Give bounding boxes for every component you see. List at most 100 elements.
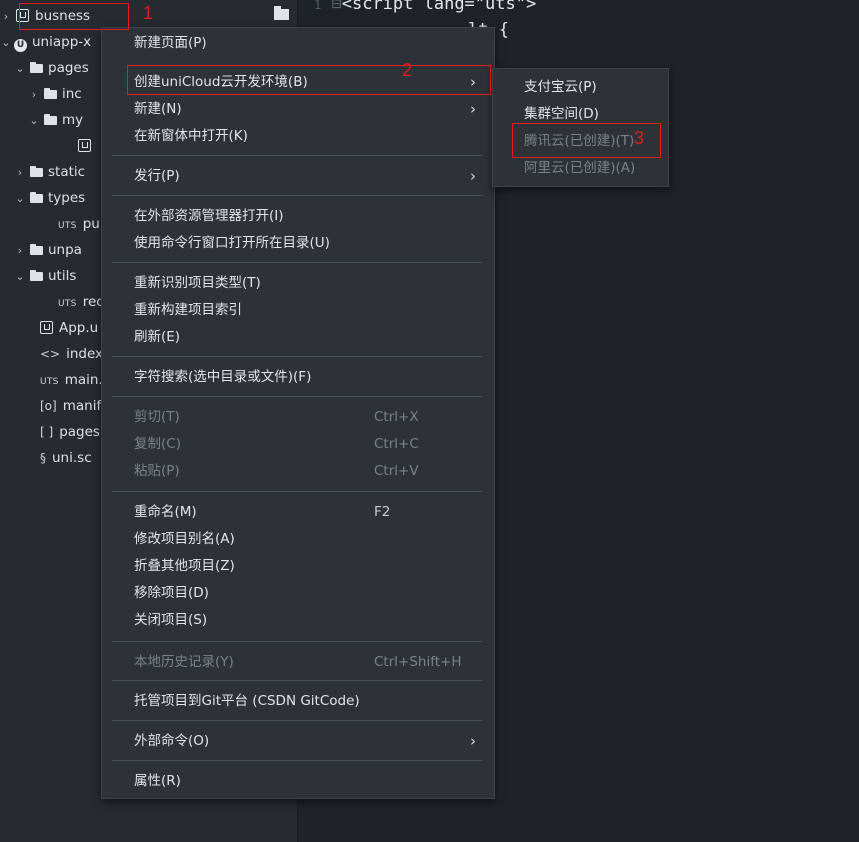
chevron-right-icon[interactable]: › [0, 4, 12, 30]
menu-item-local-history[interactable]: 本地历史记录(Y) Ctrl+Shift+H [102, 649, 494, 675]
menu-item-publish[interactable]: 发行(P) › [102, 163, 494, 189]
menu-item-reidentify-type[interactable]: 重新识别项目类型(T) [102, 270, 494, 296]
menu-item-open-explorer[interactable]: 在外部资源管理器打开(I) [102, 203, 494, 229]
menu-item-label: 属性(R) [134, 773, 181, 789]
chevron-right-icon[interactable]: › [14, 160, 26, 186]
uts-file-icon: UTS [58, 221, 77, 231]
tree-item-file[interactable] [74, 133, 97, 159]
annotation-number-3: 3 [634, 128, 645, 148]
tree-item-types[interactable]: ⌄ types [14, 185, 85, 211]
tree-item-index-folder[interactable]: › inc [28, 81, 82, 107]
tree-item-utils[interactable]: ⌄ utils [14, 263, 76, 289]
tree-item-uni-scss[interactable]: § uni.sc [36, 445, 92, 471]
folder-icon [44, 114, 57, 125]
tree-item-label: my [62, 112, 84, 128]
menu-item-label: 字符搜索(选中目录或文件)(F) [134, 369, 312, 385]
submenu-item-alipay-cloud[interactable]: 支付宝云(P) [524, 74, 597, 100]
tree-item-pages-json[interactable]: [ ] pages [36, 419, 100, 445]
manifest-icon: [o] [40, 399, 57, 413]
tree-item-label: pu [82, 216, 100, 232]
menu-divider [112, 396, 482, 397]
menu-item-label: 新建(N) [134, 101, 182, 117]
menu-divider [112, 356, 482, 357]
chevron-right-icon: › [470, 100, 476, 118]
tree-item-manifest[interactable]: [o] manif [36, 393, 101, 419]
tree-item-label: uniapp-x [32, 34, 92, 50]
folder-icon [30, 270, 43, 281]
menu-item-open-new-window[interactable]: 在新窗体中打开(K) [102, 123, 494, 149]
menu-divider [112, 195, 482, 196]
menu-item-shortcut: Ctrl+X [374, 409, 419, 425]
file-icon [78, 139, 91, 152]
menu-item-shortcut: Ctrl+C [374, 436, 419, 452]
menu-item-paste[interactable]: 粘贴(P) Ctrl+V [102, 458, 494, 484]
menu-item-refresh[interactable]: 刷新(E) [102, 324, 494, 350]
menu-item-label: 粘贴(P) [134, 463, 180, 479]
menu-divider [112, 155, 482, 156]
menu-item-collapse-others[interactable]: 折叠其他项目(Z) [102, 553, 494, 579]
tree-item-label: App.u [59, 320, 99, 336]
file-icon [40, 321, 53, 334]
menu-item-cut[interactable]: 剪切(T) Ctrl+X [102, 404, 494, 430]
tree-item-uts-file[interactable]: UTS pu [54, 211, 100, 237]
tree-item-app[interactable]: App.u [36, 315, 98, 341]
menu-item-shortcut: Ctrl+V [374, 463, 419, 479]
tree-item-label: manif [62, 398, 102, 414]
menu-item-alias[interactable]: 修改项目别名(A) [102, 526, 494, 552]
tree-item-my-folder[interactable]: ⌄ my [28, 107, 83, 133]
menu-item-properties[interactable]: 属性(R) [102, 768, 494, 794]
code-line-1: 1 ⊟<script lang="uts"> [314, 0, 536, 14]
chevron-down-icon[interactable]: ⌄ [14, 56, 26, 82]
fold-icon[interactable]: ⊟ [331, 0, 341, 14]
chevron-down-icon[interactable]: ⌄ [0, 30, 12, 56]
menu-item-label: 托管项目到Git平台 (CSDN GitCode) [134, 693, 360, 709]
tree-item-label: pages [59, 424, 100, 440]
tree-item-uts-file[interactable]: UTS rec [54, 289, 104, 315]
scss-icon: § [40, 451, 46, 465]
folder-icon [30, 192, 43, 203]
menu-item-open-terminal[interactable]: 使用命令行窗口打开所在目录(U) [102, 230, 494, 256]
menu-item-new-page[interactable]: 新建页面(P) [102, 30, 494, 56]
chevron-down-icon[interactable]: ⌄ [28, 108, 40, 134]
menu-item-label: 折叠其他项目(Z) [134, 558, 235, 574]
menu-item-shortcut: F2 [374, 504, 391, 520]
menu-item-host-git[interactable]: 托管项目到Git平台 (CSDN GitCode) [102, 688, 494, 714]
chevron-right-icon[interactable]: › [28, 82, 40, 108]
menu-item-external-commands[interactable]: 外部命令(O) › [102, 728, 494, 754]
tree-item-main[interactable]: UTS main. [36, 367, 103, 393]
menu-item-new[interactable]: 新建(N) › [102, 96, 494, 122]
menu-item-label: 复制(C) [134, 436, 181, 452]
tree-item-unpackage[interactable]: › unpa [14, 237, 82, 263]
tree-item-uniapp[interactable]: ⌄ Uuniapp-x [0, 29, 91, 55]
menu-item-label: 在新窗体中打开(K) [134, 128, 248, 144]
tree-item-static[interactable]: › static [14, 159, 85, 185]
chevron-right-icon: › [470, 167, 476, 185]
menu-item-label: 新建页面(P) [134, 35, 207, 51]
menu-item-label: 重新识别项目类型(T) [134, 275, 261, 291]
menu-divider [112, 680, 482, 681]
tree-item-pages[interactable]: ⌄ pages [14, 55, 88, 82]
uts-file-icon: UTS [40, 377, 59, 387]
menu-divider [112, 760, 482, 761]
annotation-number-1: 1 [143, 3, 154, 23]
chevron-down-icon[interactable]: ⌄ [14, 186, 26, 212]
tree-item-label: unpa [48, 242, 82, 258]
chevron-right-icon[interactable]: › [14, 238, 26, 264]
code-text: <script lang="uts"> [341, 0, 537, 14]
menu-item-copy[interactable]: 复制(C) Ctrl+C [102, 431, 494, 457]
menu-item-remove-project[interactable]: 移除项目(D) [102, 580, 494, 606]
chevron-down-icon[interactable]: ⌄ [14, 264, 26, 290]
menu-item-label: 修改项目别名(A) [134, 531, 235, 547]
submenu-item-aliyun[interactable]: 阿里云(已创建)(A) [524, 155, 635, 181]
menu-item-rename[interactable]: 重命名(M) F2 [102, 499, 494, 525]
folder-icon [44, 88, 57, 99]
folder-icon [30, 62, 43, 73]
menu-item-close-project[interactable]: 关闭项目(S) [102, 607, 494, 633]
folder-icon[interactable] [274, 6, 289, 20]
tree-item-index-html[interactable]: <> index [36, 341, 103, 367]
line-number: 1 [314, 0, 322, 12]
uniapp-icon: U [14, 39, 27, 52]
menu-item-rebuild-index[interactable]: 重新构建项目索引 [102, 297, 494, 323]
folder-icon [30, 244, 43, 255]
menu-item-char-search[interactable]: 字符搜索(选中目录或文件)(F) [102, 364, 494, 390]
